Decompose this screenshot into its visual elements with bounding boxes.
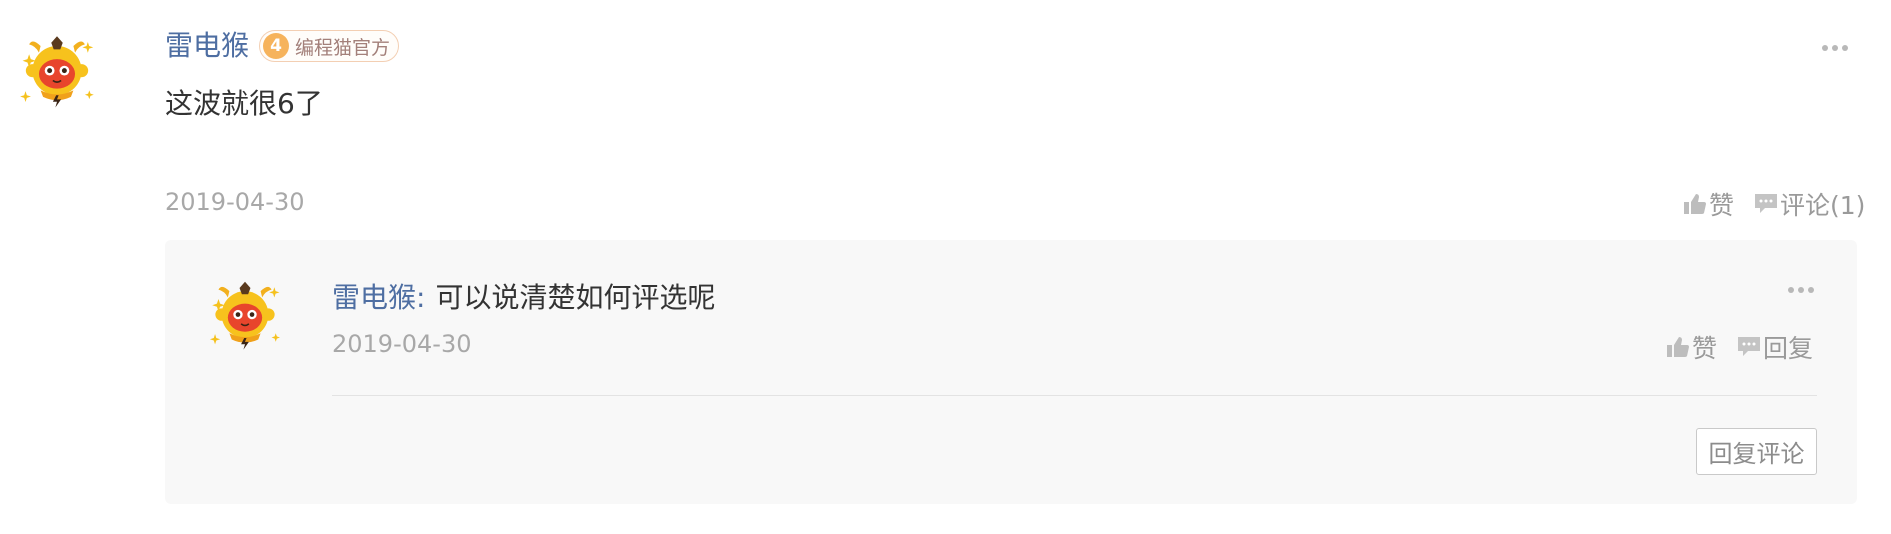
thumbs-up-icon	[1667, 337, 1689, 357]
badge-title: 编程猫官方	[295, 36, 391, 59]
author-name[interactable]: 雷电猴	[165, 32, 249, 60]
reply-more-options-icon[interactable]	[1788, 287, 1814, 293]
reply-divider	[332, 395, 1817, 396]
comment-content: 这波就很6了	[165, 87, 323, 120]
like-label: 赞	[1709, 191, 1735, 220]
thumbs-up-icon	[1684, 194, 1706, 214]
dot	[1788, 287, 1794, 293]
comment-label: 评论(1)	[1780, 191, 1866, 220]
reply-comment-button[interactable]: 回复评论	[1696, 428, 1817, 475]
reply-date: 2019-04-30	[332, 330, 472, 358]
reply-user-avatar[interactable]	[206, 274, 284, 352]
dot	[1808, 287, 1814, 293]
comment-bubble-icon	[1755, 194, 1778, 213]
reply-button[interactable]: 回复	[1737, 329, 1813, 365]
comment-item: 雷电猴 4 编程猫官方 这波就很6了 2019-04-30 赞 评论(1) 雷电…	[0, 0, 1891, 534]
comment-date: 2019-04-30	[165, 188, 305, 216]
more-options-icon[interactable]	[1822, 45, 1848, 51]
reply-like-button[interactable]: 赞	[1666, 329, 1717, 365]
reply-label: 回复	[1763, 334, 1814, 363]
reply-content: 可以说清楚如何评选呢	[435, 281, 716, 314]
user-avatar[interactable]	[16, 28, 98, 110]
reply-actions: 赞 回复	[1666, 329, 1813, 365]
dot	[1822, 45, 1828, 51]
comment-bubble-icon	[1738, 337, 1761, 356]
like-button[interactable]: 赞	[1683, 186, 1734, 222]
dot	[1842, 45, 1848, 51]
comment-actions: 赞 评论(1)	[1683, 186, 1865, 222]
dot	[1832, 45, 1838, 51]
reply-author-name[interactable]: 雷电猴	[332, 276, 416, 316]
author-line: 雷电猴 4 编程猫官方	[165, 26, 400, 66]
reply-colon: :	[416, 281, 426, 314]
reply-line: 雷电猴 : 可以说清楚如何评选呢	[332, 276, 715, 316]
dot	[1798, 287, 1804, 293]
official-badge: 4 编程猫官方	[259, 30, 400, 62]
comment-button[interactable]: 评论(1)	[1754, 186, 1865, 222]
reply-like-label: 赞	[1692, 334, 1718, 363]
level-badge: 4	[263, 33, 290, 59]
